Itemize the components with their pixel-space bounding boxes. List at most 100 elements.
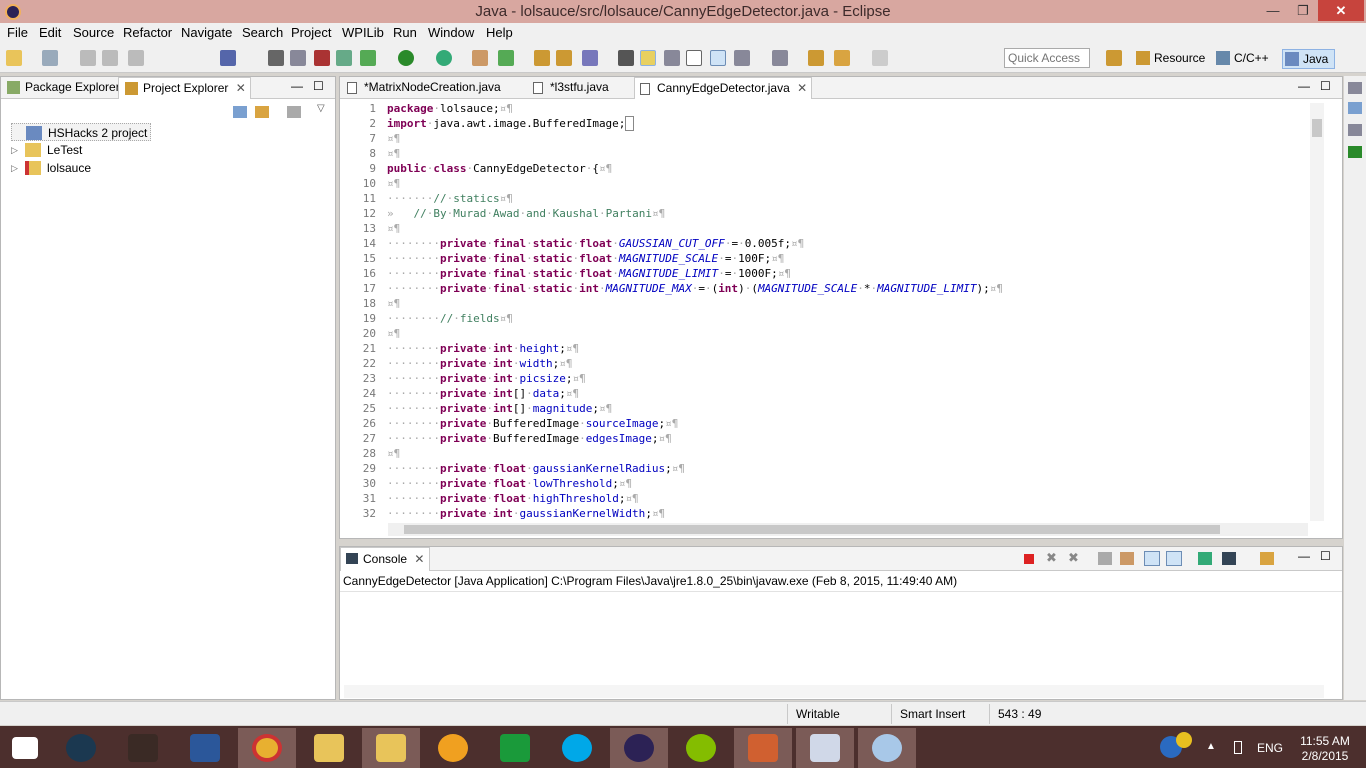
close-tab-icon[interactable]: ✕: [797, 81, 807, 95]
open-resource-icon[interactable]: [556, 50, 572, 66]
run-icon[interactable]: [398, 50, 414, 66]
menu-refactor[interactable]: Refactor: [123, 25, 172, 40]
previous-annotation-icon[interactable]: [772, 50, 788, 66]
minimize-console-icon[interactable]: —: [1298, 549, 1310, 563]
link-editor-icon[interactable]: [255, 106, 269, 118]
perspective-java[interactable]: Java: [1282, 49, 1336, 69]
quick-access-input[interactable]: [1004, 48, 1090, 68]
open-perspective-icon[interactable]: [1106, 50, 1122, 66]
taskbar-snipping-tool[interactable]: [300, 728, 358, 768]
debug-icon[interactable]: [360, 50, 376, 66]
close-button[interactable]: ✕: [1318, 0, 1364, 21]
tab-project-explorer[interactable]: Project Explorer ✕: [118, 77, 251, 99]
battery-icon[interactable]: [1234, 741, 1242, 754]
filter-icon[interactable]: [287, 106, 301, 118]
skip-breakpoints-icon[interactable]: [220, 50, 236, 66]
menu-wpilib[interactable]: WPILib: [342, 25, 384, 40]
new-icon[interactable]: [6, 50, 22, 66]
taskbar-audacity[interactable]: [424, 728, 482, 768]
task-list-icon[interactable]: [268, 50, 284, 66]
menu-source[interactable]: Source: [73, 25, 114, 40]
editor-vertical-scrollbar[interactable]: [1310, 103, 1324, 521]
menu-help[interactable]: Help: [486, 25, 513, 40]
hierarchy-icon[interactable]: [1348, 102, 1362, 114]
next-annotation-icon[interactable]: [734, 50, 750, 66]
menu-edit[interactable]: Edit: [39, 25, 61, 40]
pin-console-icon[interactable]: [1198, 552, 1212, 565]
menu-run[interactable]: Run: [393, 25, 417, 40]
show-source-icon[interactable]: [686, 50, 702, 66]
forward-icon[interactable]: [872, 50, 888, 66]
menu-window[interactable]: Window: [428, 25, 474, 40]
taskbar-chrome[interactable]: [238, 728, 296, 768]
tab-console[interactable]: Console ✕: [340, 547, 430, 571]
clock[interactable]: 11:55 AM 2/8/2015: [1290, 734, 1360, 764]
show-on-output-icon[interactable]: [1144, 551, 1160, 566]
scroll-lock-icon[interactable]: [1120, 552, 1134, 565]
close-tab-icon[interactable]: ✕: [414, 552, 424, 566]
console-output[interactable]: [340, 593, 1342, 683]
terminate-icon[interactable]: [1024, 554, 1034, 564]
external-tools-icon[interactable]: [436, 50, 452, 66]
minimize-editor-icon[interactable]: —: [1298, 79, 1310, 93]
clear-console-icon[interactable]: [1098, 552, 1112, 565]
menu-search[interactable]: Search: [242, 25, 283, 40]
tray-expand-icon[interactable]: ▲: [1206, 741, 1216, 752]
new-package-icon[interactable]: [472, 50, 488, 66]
expand-arrow-icon[interactable]: ▷: [11, 141, 18, 159]
close-tab-icon[interactable]: ✕: [236, 81, 246, 95]
tree-item-hshacks[interactable]: HSHacks 2 project: [11, 123, 152, 141]
taskbar-file-explorer[interactable]: [362, 728, 420, 768]
open-type-icon[interactable]: [534, 50, 550, 66]
maximize-console-icon[interactable]: ☐: [1320, 549, 1331, 563]
collapse-all-icon[interactable]: [233, 106, 247, 118]
show-on-error-icon[interactable]: [1166, 551, 1182, 566]
tab-package-explorer[interactable]: Package Explorer: [1, 77, 120, 99]
open-console-icon[interactable]: [1260, 552, 1274, 565]
highlight-icon[interactable]: [640, 50, 656, 66]
expand-arrow-icon[interactable]: ▷: [11, 159, 18, 177]
scroll-thumb[interactable]: [404, 525, 1220, 534]
menu-file[interactable]: File: [7, 25, 28, 40]
hammer-icon[interactable]: [314, 50, 330, 66]
taskbar-word[interactable]: [176, 728, 234, 768]
task-list-icon[interactable]: [1348, 124, 1362, 136]
fx-icon[interactable]: [290, 50, 306, 66]
console-horizontal-scrollbar[interactable]: [344, 685, 1324, 698]
perspective-cpp[interactable]: C/C++: [1214, 49, 1269, 69]
taskbar-store[interactable]: [486, 728, 544, 768]
remove-launch-icon[interactable]: ✖: [1046, 550, 1057, 566]
print-icon[interactable]: [128, 50, 144, 66]
mark-occurrences-icon[interactable]: [618, 50, 634, 66]
last-edit-icon[interactable]: [808, 50, 824, 66]
editor-horizontal-scrollbar[interactable]: [388, 523, 1308, 536]
tab-matrix-node-creation[interactable]: *MatrixNodeCreation.java: [342, 77, 522, 99]
save-icon[interactable]: [80, 50, 96, 66]
warning-icon[interactable]: [1176, 732, 1192, 748]
menu-navigate[interactable]: Navigate: [181, 25, 232, 40]
taskbar-skype[interactable]: [548, 728, 606, 768]
menu-project[interactable]: Project: [291, 25, 331, 40]
tab-l3stfu[interactable]: *l3stfu.java: [528, 77, 628, 99]
remove-all-icon[interactable]: ✖: [1068, 550, 1079, 566]
minimize-button[interactable]: —: [1260, 0, 1286, 21]
taskbar-assassins-creed[interactable]: [114, 728, 172, 768]
maximize-editor-icon[interactable]: ☐: [1320, 79, 1331, 93]
taskbar-network-app[interactable]: [796, 728, 854, 768]
save-all-icon[interactable]: [102, 50, 118, 66]
taskbar-eclipse[interactable]: [610, 728, 668, 768]
new-type-icon[interactable]: [42, 50, 58, 66]
table-icon[interactable]: [336, 50, 352, 66]
scroll-thumb[interactable]: [1312, 119, 1322, 137]
taskbar-photo-app[interactable]: [734, 728, 792, 768]
outline-icon[interactable]: [1348, 82, 1362, 94]
taskbar-spotify[interactable]: [672, 728, 730, 768]
display-console-icon[interactable]: [1222, 552, 1236, 565]
perspective-resource[interactable]: Resource: [1134, 49, 1205, 69]
code-area[interactable]: 1 package·lolsauce;¤¶ 2 import·java.awt.im…: [340, 101, 1310, 521]
restore-button[interactable]: ❐: [1290, 0, 1316, 21]
back-icon[interactable]: [834, 50, 850, 66]
maximize-view-icon[interactable]: ☐: [313, 79, 324, 93]
robot-icon[interactable]: [1348, 146, 1362, 158]
minimize-view-icon[interactable]: —: [291, 79, 303, 93]
